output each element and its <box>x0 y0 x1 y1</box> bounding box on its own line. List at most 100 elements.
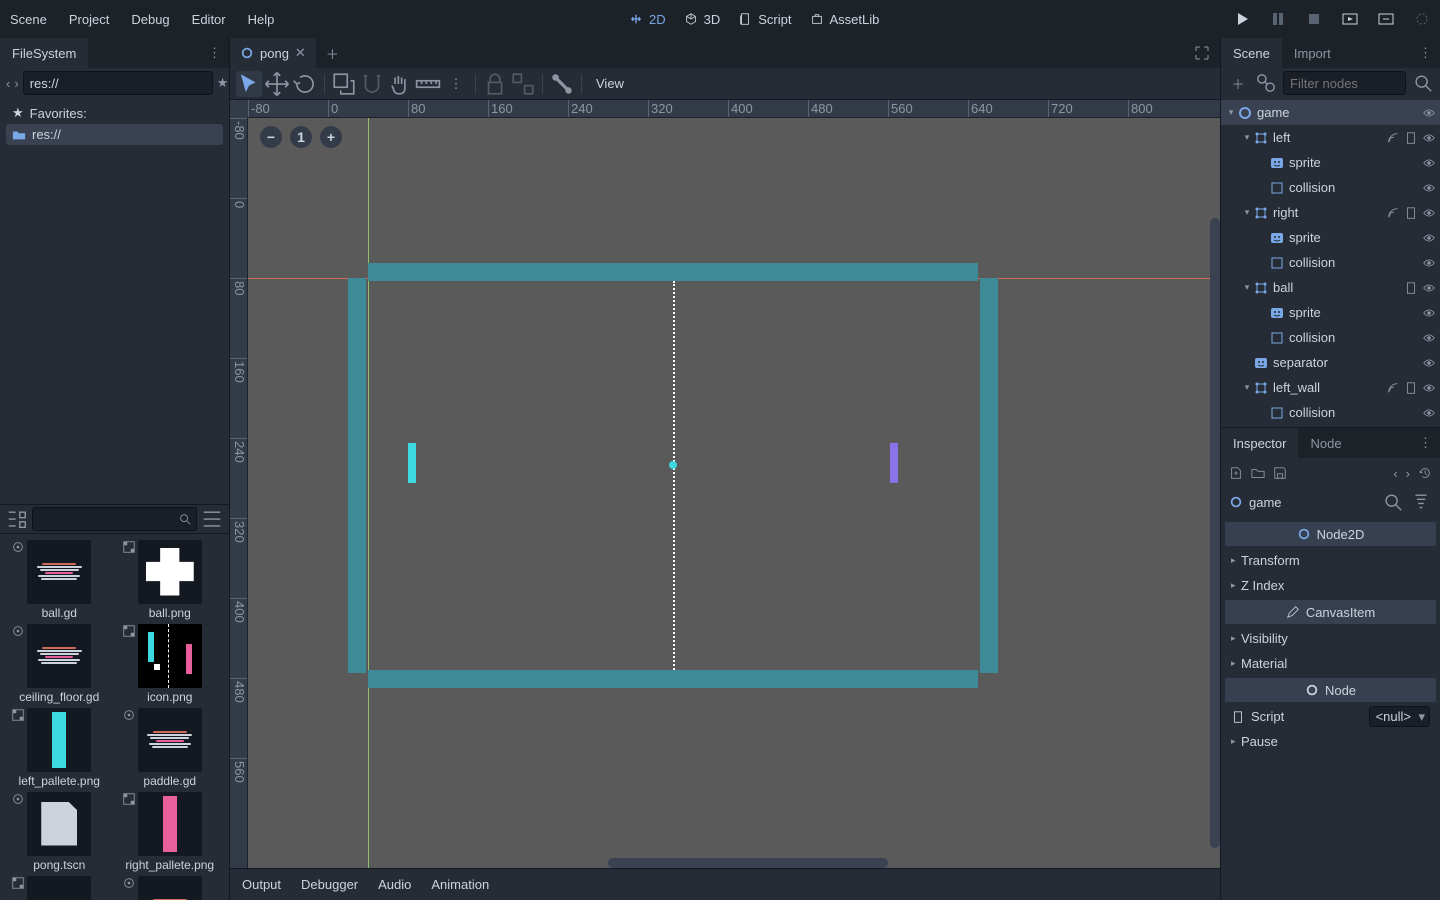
play-scene-icon[interactable] <box>1342 11 1358 27</box>
file-item[interactable]: ceiling_floor.gd <box>6 624 113 704</box>
file-item[interactable]: icon.png <box>117 624 224 704</box>
nav-back-icon[interactable]: ‹ <box>6 72 10 94</box>
history-icon[interactable] <box>1418 466 1432 480</box>
scene-panel-options-icon[interactable]: ⋮ <box>1411 38 1440 68</box>
vis-icon[interactable] <box>1422 156 1436 170</box>
viewport-scrollbar-vertical[interactable] <box>1210 218 1220 848</box>
file-item[interactable]: separator.png <box>6 876 113 900</box>
prop-pause[interactable]: ▸Pause <box>1225 729 1436 754</box>
close-tab-icon[interactable]: ✕ <box>295 45 306 61</box>
viewport[interactable]: -80080160240320400480560640720800 -80080… <box>230 100 1220 868</box>
snap-tool-icon[interactable] <box>359 71 385 97</box>
file-item[interactable]: ball.gd <box>6 540 113 620</box>
tree-node[interactable]: ▾ball <box>1221 275 1440 300</box>
path-input[interactable] <box>23 71 213 95</box>
filesystem-options-icon[interactable]: ⋮ <box>200 38 229 68</box>
filter-nodes-input[interactable] <box>1283 71 1406 95</box>
script-icon[interactable] <box>1404 131 1418 145</box>
tree-node[interactable]: collision <box>1221 175 1440 200</box>
instance-scene-icon[interactable] <box>1255 72 1277 94</box>
menu-scene[interactable]: Scene <box>10 12 47 27</box>
file-item[interactable]: ball.png <box>117 540 224 620</box>
audio-tab[interactable]: Audio <box>378 877 411 892</box>
tree-toggle-icon[interactable]: ▾ <box>1241 207 1253 218</box>
tree-node[interactable]: ▾left <box>1221 125 1440 150</box>
vis-icon[interactable] <box>1422 231 1436 245</box>
vis-icon[interactable] <box>1422 106 1436 120</box>
prop-visibility[interactable]: ▸Visibility <box>1225 626 1436 651</box>
group-tool-icon[interactable] <box>510 71 536 97</box>
tree-node[interactable]: sprite <box>1221 225 1440 250</box>
zoom-reset-icon[interactable]: 1 <box>290 126 312 148</box>
tree-node[interactable]: sprite <box>1221 150 1440 175</box>
filter-search-icon[interactable] <box>1412 72 1434 94</box>
zoom-in-icon[interactable]: + <box>320 126 342 148</box>
play-icon[interactable] <box>1234 11 1250 27</box>
tree-node[interactable]: separator <box>1221 350 1440 375</box>
vis-icon[interactable] <box>1422 181 1436 195</box>
vis-icon[interactable] <box>1422 256 1436 270</box>
res-root-item[interactable]: res:// <box>6 124 223 145</box>
import-tab[interactable]: Import <box>1282 38 1343 68</box>
tree-node[interactable]: collision <box>1221 400 1440 425</box>
scene-tree-tab[interactable]: Scene <box>1221 38 1282 68</box>
bone-tool-icon[interactable] <box>549 71 575 97</box>
file-item[interactable]: left_pallete.png <box>6 708 113 788</box>
workspace-2d[interactable]: 2D <box>629 12 666 27</box>
tree-toggle-icon[interactable]: ▾ <box>1241 382 1253 393</box>
vis-icon[interactable] <box>1422 281 1436 295</box>
file-item[interactable]: right_pallete.png <box>117 792 224 872</box>
tree-node[interactable]: ▾game <box>1221 100 1440 125</box>
menu-help[interactable]: Help <box>248 12 275 27</box>
file-item[interactable]: wall.gd <box>117 876 224 900</box>
vis-icon[interactable] <box>1422 381 1436 395</box>
script-icon[interactable] <box>1404 281 1418 295</box>
prop-script[interactable]: Script <null> <box>1225 704 1436 729</box>
vis-icon[interactable] <box>1422 406 1436 420</box>
fs-list-view-icon[interactable] <box>201 508 223 530</box>
tree-node[interactable]: ▾left_wall <box>1221 375 1440 400</box>
load-resource-icon[interactable] <box>1251 466 1265 480</box>
snap-options-icon[interactable]: ⋮ <box>443 71 469 97</box>
vis-icon[interactable] <box>1422 331 1436 345</box>
tree-node[interactable]: sprite <box>1221 300 1440 325</box>
tree-node[interactable]: ▾right <box>1221 200 1440 225</box>
favorites-header[interactable]: ★ Favorites: <box>6 102 223 124</box>
move-tool-icon[interactable] <box>264 71 290 97</box>
workspace-assetlib[interactable]: AssetLib <box>810 12 880 27</box>
viewport-scrollbar-horizontal[interactable] <box>608 858 888 868</box>
workspace-3d[interactable]: 3D <box>684 12 721 27</box>
pan-tool-icon[interactable] <box>387 71 413 97</box>
prop-z-index[interactable]: ▸Z Index <box>1225 573 1436 598</box>
sig-icon[interactable] <box>1386 206 1400 220</box>
history-forward-icon[interactable]: › <box>1406 466 1410 481</box>
lock-tool-icon[interactable] <box>482 71 508 97</box>
animation-tab[interactable]: Animation <box>431 877 489 892</box>
scene-tree[interactable]: ▾game▾leftspritecollision▾rightspritecol… <box>1221 98 1440 427</box>
script-icon[interactable] <box>1404 206 1418 220</box>
tree-toggle-icon[interactable]: ▾ <box>1241 132 1253 143</box>
menu-debug[interactable]: Debug <box>131 12 169 27</box>
rotate-tool-icon[interactable] <box>292 71 318 97</box>
node-tab[interactable]: Node <box>1298 428 1353 458</box>
inspector-filter-icon[interactable] <box>1410 491 1432 513</box>
file-item[interactable]: pong.tscn <box>6 792 113 872</box>
output-tab[interactable]: Output <box>242 877 281 892</box>
tree-node[interactable]: collision <box>1221 250 1440 275</box>
add-node-icon[interactable]: ＋ <box>1227 72 1249 94</box>
tree-node[interactable]: collision <box>1221 325 1440 350</box>
inspector-options-icon[interactable]: ⋮ <box>1411 428 1440 458</box>
list-select-tool-icon[interactable] <box>331 71 357 97</box>
filesystem-tab[interactable]: FileSystem <box>0 38 88 68</box>
stop-icon[interactable] <box>1306 11 1322 27</box>
view-menu[interactable]: View <box>588 76 632 91</box>
menu-editor[interactable]: Editor <box>192 12 226 27</box>
zoom-out-icon[interactable]: − <box>260 126 282 148</box>
save-resource-icon[interactable] <box>1273 466 1287 480</box>
pause-icon[interactable] <box>1270 11 1286 27</box>
history-back-icon[interactable]: ‹ <box>1393 466 1397 481</box>
vis-icon[interactable] <box>1422 206 1436 220</box>
sig-icon[interactable] <box>1386 381 1400 395</box>
fs-tree-toggle-icon[interactable] <box>6 508 28 530</box>
new-resource-icon[interactable] <box>1229 466 1243 480</box>
